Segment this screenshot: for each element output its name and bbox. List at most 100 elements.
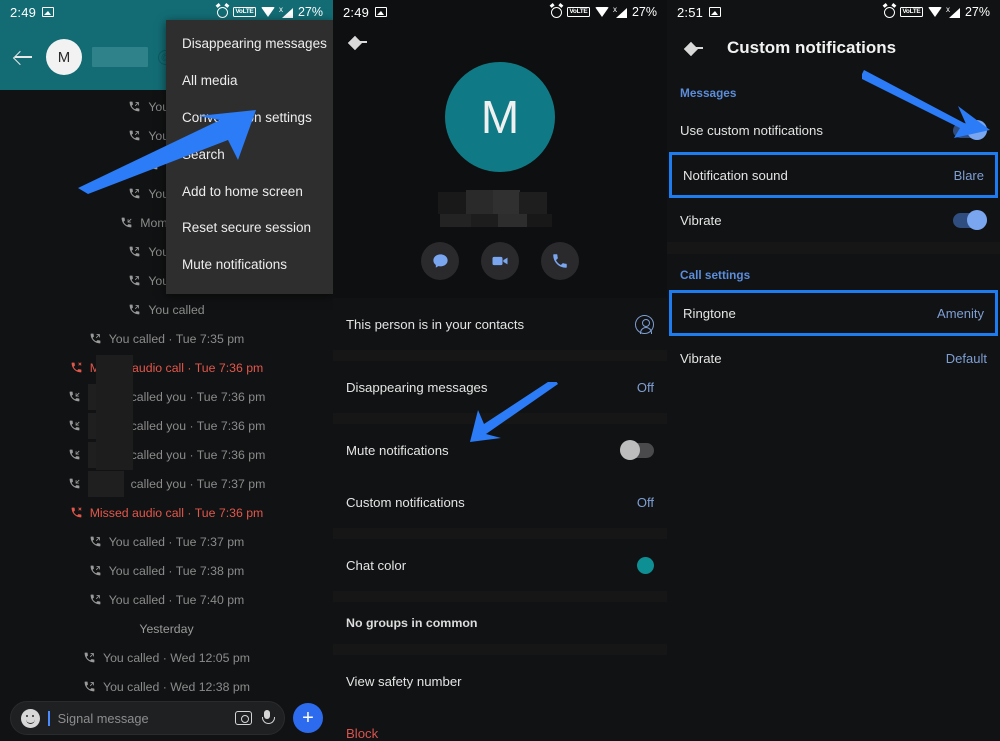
add-attachment-button[interactable]: + — [293, 703, 323, 733]
avatar[interactable]: M — [46, 39, 82, 75]
call-log-text: called you · Tue 7:36 pm — [130, 447, 266, 462]
alarm-icon — [216, 6, 228, 18]
settings-row-chat-color[interactable]: Chat color — [333, 539, 667, 591]
menu-item-reset-secure-session[interactable]: Reset secure session — [166, 210, 333, 247]
notification-row-vibrate[interactable]: Vibrate — [667, 198, 1000, 242]
status-time: 2:49 — [343, 4, 370, 20]
call-log-row[interactable]: You called · Tue 7:38 pm — [0, 556, 333, 585]
settings-row-label: Chat color — [346, 557, 407, 573]
outgoing-call-icon — [128, 303, 141, 316]
back-arrow-icon[interactable] — [345, 29, 371, 55]
status-time: 2:49 — [10, 4, 37, 20]
settings-row-mute-notifications[interactable]: Mute notifications — [333, 424, 667, 476]
outgoing-call-icon — [146, 158, 159, 171]
back-arrow-icon[interactable] — [10, 44, 36, 70]
call-log-text: You called — [148, 302, 205, 317]
notification-row-ringtone[interactable]: Ringtone Amenity — [669, 290, 998, 336]
section-divider — [333, 413, 667, 424]
settings-rows: This person is in your contacts Disappear… — [333, 298, 667, 741]
camera-icon[interactable] — [235, 711, 252, 725]
mute-notifications-toggle[interactable] — [620, 440, 654, 460]
call-log-row[interactable]: You called · Tue 7:40 pm — [0, 585, 333, 614]
menu-item-search[interactable]: Search — [166, 137, 333, 174]
message-input-field[interactable]: Signal message — [10, 701, 285, 735]
call-log-text: You called · Tue 7:37 pm — [108, 534, 245, 549]
notification-row-value: Blare — [953, 167, 984, 183]
toggle-switch[interactable] — [953, 210, 987, 230]
emoji-icon[interactable] — [21, 708, 40, 728]
call-log-row[interactable]: called you · Tue 7:36 pm — [0, 411, 333, 440]
overflow-menu[interactable]: Disappearing messages All media Conversati… — [166, 20, 333, 295]
call-log-text: You called · Wed 12:05 pm — [103, 650, 250, 665]
back-arrow-icon[interactable] — [681, 35, 707, 61]
call-log-row[interactable]: You called · Tue 7:37 pm — [0, 527, 333, 556]
notification-row-label: Vibrate — [680, 212, 722, 228]
notification-settings-sections: Messages Use custom notifications Notifica… — [667, 72, 1000, 380]
call-log-row[interactable]: You called · Wed 12:05 pm — [0, 643, 333, 672]
settings-row-view-safety-number[interactable]: View safety number — [333, 655, 667, 707]
notification-row-value: Default — [945, 350, 987, 366]
outgoing-call-icon — [83, 651, 96, 664]
status-bar-mid: 2:49 VoLTE x 27% — [333, 0, 667, 24]
outgoing-call-icon — [83, 680, 96, 693]
mid-toolbar — [333, 24, 667, 60]
missed-call-icon — [70, 506, 83, 519]
video-call-button[interactable] — [481, 242, 519, 280]
volte-icon: VoLTE — [899, 7, 923, 17]
call-log-text: Yesterday — [139, 621, 194, 636]
chat-color-swatch[interactable] — [637, 556, 654, 574]
outgoing-call-icon — [128, 129, 141, 142]
settings-row-label: Custom notifications — [346, 494, 465, 510]
signal-icon: x — [946, 5, 960, 18]
panel-chat-thread: 2:49 VoLTE x 27% M @ You calledYou calle… — [0, 0, 333, 741]
menu-item-mute-notifications[interactable]: Mute notifications — [166, 247, 333, 284]
outgoing-call-icon — [89, 332, 102, 345]
section-divider — [333, 528, 667, 539]
section-divider — [333, 644, 667, 655]
call-log-row[interactable]: called you · Tue 7:36 pm — [0, 382, 333, 411]
settings-row-value: Off — [636, 379, 654, 395]
alarm-icon — [883, 6, 895, 18]
photo-icon — [375, 7, 388, 17]
notification-row-use-custom-notifications[interactable]: Use custom notifications — [667, 108, 1000, 152]
notification-row-label: Notification sound — [683, 167, 788, 183]
status-bar-right: 2:51 VoLTE x 27% — [667, 0, 1000, 24]
call-log-row[interactable]: called you · Tue 7:37 pm — [0, 469, 333, 498]
profile-avatar[interactable]: M — [445, 62, 555, 172]
outgoing-call-icon — [128, 274, 141, 287]
settings-row-disappearing-messages[interactable]: Disappearing messages Off — [333, 361, 667, 413]
menu-item-all-media[interactable]: All media — [166, 63, 333, 100]
screenshot-root: 2:49 VoLTE x 27% M @ You calledYou calle… — [0, 0, 1000, 741]
notification-row-notification-sound[interactable]: Notification sound Blare — [669, 152, 998, 198]
call-log-row[interactable]: You called — [0, 295, 333, 324]
battery-percent: 27% — [631, 5, 657, 19]
menu-item-add-to-home-screen[interactable]: Add to home screen — [166, 174, 333, 211]
profile-name-blurred — [437, 188, 563, 228]
call-log-row[interactable]: You called · Tue 7:35 pm — [0, 324, 333, 353]
call-log-row[interactable]: Missed audio call · Tue 7:36 pm — [0, 353, 333, 382]
signal-icon: x — [613, 5, 627, 18]
call-log-text: called you · Tue 7:36 pm — [130, 389, 266, 404]
outgoing-call-icon — [89, 564, 102, 577]
page-title: Custom notifications — [727, 38, 897, 57]
call-log-text: called you · Tue 7:36 pm — [130, 418, 266, 433]
message-button[interactable] — [421, 242, 459, 280]
toggle-switch[interactable] — [953, 120, 987, 140]
settings-row-this-person-is-in-your-contacts[interactable]: This person is in your contacts — [333, 298, 667, 350]
menu-item-conversation-settings[interactable]: Conversation settings — [166, 100, 333, 137]
notification-row-vibrate[interactable]: Vibrate Default — [667, 336, 1000, 380]
voice-call-button[interactable] — [541, 242, 579, 280]
call-log-row[interactable]: called you · Tue 7:36 pm — [0, 440, 333, 469]
section-divider — [667, 242, 1000, 254]
call-log-row[interactable]: Missed audio call · Tue 7:36 pm — [0, 498, 333, 527]
microphone-icon[interactable] — [260, 710, 275, 726]
contact-icon — [635, 314, 654, 334]
panel-conversation-settings: 2:49 VoLTE x 27% M This person is in you… — [333, 0, 667, 741]
menu-item-disappearing-messages[interactable]: Disappearing messages — [166, 26, 333, 63]
settings-row-block[interactable]: Block — [333, 707, 667, 741]
alarm-icon — [550, 6, 562, 18]
outgoing-call-icon — [89, 593, 102, 606]
settings-row-custom-notifications[interactable]: Custom notifications Off — [333, 476, 667, 528]
settings-row-no-groups-in-common: No groups in common — [333, 602, 667, 644]
settings-row-label: This person is in your contacts — [346, 316, 525, 332]
